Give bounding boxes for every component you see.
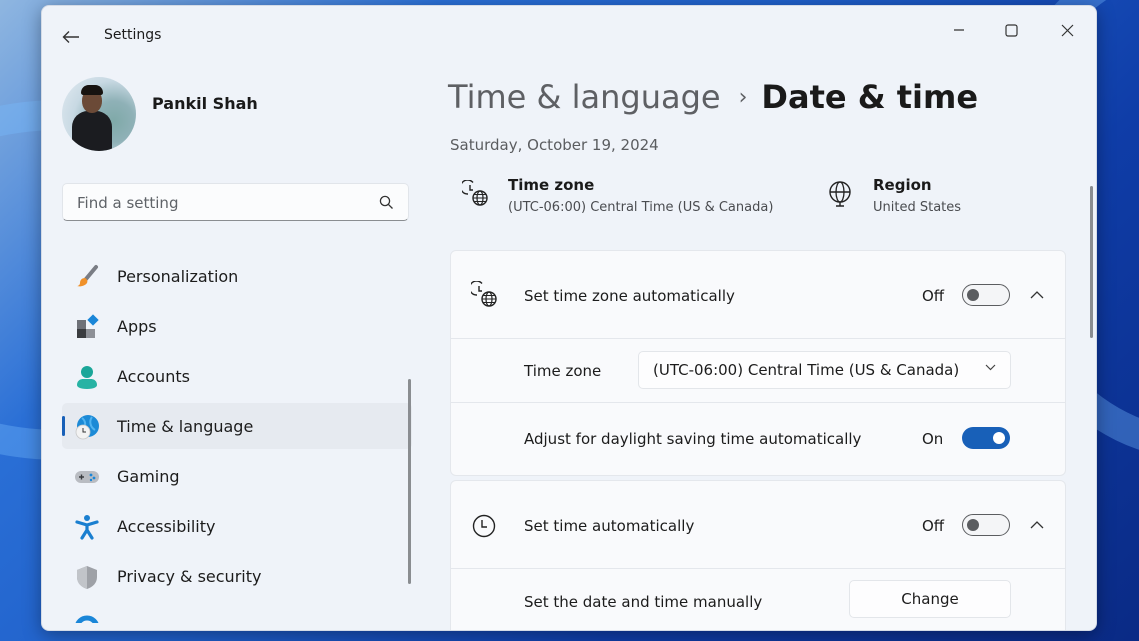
avatar-figure <box>72 111 112 151</box>
sidebar-item-personalization[interactable]: Personalization <box>62 253 412 299</box>
set-timezone-auto-toggle[interactable] <box>962 284 1010 306</box>
toggle-knob <box>993 432 1005 444</box>
region-summary-title: Region <box>873 176 932 194</box>
maximize-button[interactable] <box>988 14 1034 46</box>
sidebar-item-label: Accessibility <box>117 516 216 536</box>
set-time-auto-row: Set time automatically Off <box>451 481 1065 568</box>
sidebar-item-time-language[interactable]: Time & language <box>62 403 412 449</box>
shield-icon <box>77 566 97 589</box>
back-arrow-icon <box>62 31 79 43</box>
avatar[interactable] <box>62 77 136 151</box>
dst-label: Adjust for daylight saving time automati… <box>524 430 862 448</box>
title-bar: Settings <box>42 6 1096 66</box>
gamepad-icon <box>75 471 99 483</box>
accessibility-icon <box>75 515 99 540</box>
sidebar-item-label: Time & language <box>117 416 254 436</box>
manual-time-row: Set the date and time manually Change <box>451 568 1065 630</box>
sidebar-item-apps[interactable]: Apps <box>62 303 412 349</box>
chevron-up-icon <box>1030 291 1044 299</box>
person-icon <box>77 366 97 389</box>
chevron-down-icon <box>985 364 996 371</box>
current-date: Saturday, October 19, 2024 <box>450 136 659 154</box>
search-box[interactable] <box>62 183 409 222</box>
sidebar-item-gaming[interactable]: Gaming <box>62 453 412 499</box>
sidebar-nav: Personalization Apps Accounts Time & lan… <box>62 253 412 627</box>
timezone-icon <box>471 281 497 307</box>
sidebar-item-label: Gaming <box>117 466 180 486</box>
set-timezone-auto-state: Off <box>922 287 945 305</box>
timezone-dropdown[interactable]: (UTC-06:00) Central Time (US & Canada) <box>638 351 1011 389</box>
back-button[interactable] <box>56 23 86 51</box>
active-indicator <box>62 416 65 436</box>
user-name: Pankil Shah <box>152 94 258 113</box>
close-icon <box>1061 24 1073 36</box>
sidebar-item-accounts[interactable]: Accounts <box>62 353 412 399</box>
sidebar-item-label: Accounts <box>117 366 190 386</box>
sidebar-item-label: Apps <box>117 316 157 336</box>
breadcrumb-parent-link[interactable]: Time & language <box>448 78 721 116</box>
collapse-timezone-button[interactable] <box>1022 280 1052 310</box>
globe-clock-icon <box>75 415 99 440</box>
breadcrumb: Time & language › Date & time <box>448 78 978 116</box>
timezone-select-row: Time zone (UTC-06:00) Central Time (US &… <box>451 338 1065 403</box>
app-title: Settings <box>104 27 162 43</box>
dst-row: Adjust for daylight saving time automati… <box>451 402 1065 476</box>
timezone-settings-card: Set time zone automatically Off Time zon… <box>450 250 1066 476</box>
maximize-icon <box>1004 23 1018 37</box>
apps-icon <box>77 314 99 338</box>
set-time-auto-label: Set time automatically <box>524 517 695 535</box>
toggle-knob <box>967 289 979 301</box>
dst-toggle[interactable] <box>962 427 1010 449</box>
avatar-figure <box>81 85 103 95</box>
breadcrumb-chevron-icon: › <box>738 85 748 110</box>
time-settings-card: Set time automatically Off Set the date … <box>450 480 1066 630</box>
change-date-time-button[interactable]: Change <box>849 580 1011 618</box>
sidebar-item-windows-update[interactable] <box>62 603 412 623</box>
minimize-button[interactable] <box>936 14 982 46</box>
sidebar-item-label: Personalization <box>117 266 239 286</box>
minimize-icon <box>954 29 964 31</box>
close-button[interactable] <box>1044 14 1090 46</box>
dst-state: On <box>922 430 944 448</box>
search-input[interactable] <box>75 184 369 222</box>
search-icon[interactable] <box>379 195 394 210</box>
sidebar-scrollbar[interactable] <box>408 379 411 584</box>
settings-window: Settings Pankil Shah Personali <box>41 5 1097 631</box>
paintbrush-icon <box>77 265 98 287</box>
globe-icon <box>829 181 851 207</box>
toggle-knob <box>967 519 979 531</box>
timezone-summary-title: Time zone <box>508 176 595 194</box>
sidebar-item-accessibility[interactable]: Accessibility <box>62 503 412 549</box>
chevron-up-icon <box>1030 521 1044 529</box>
windows-update-icon <box>75 615 99 623</box>
set-time-auto-toggle[interactable] <box>962 514 1010 536</box>
timezone-select-label: Time zone <box>524 362 602 380</box>
content-scrollbar[interactable] <box>1090 186 1093 338</box>
sidebar-item-label: Privacy & security <box>117 566 262 586</box>
timezone-icon <box>462 180 488 206</box>
sidebar-item-privacy-security[interactable]: Privacy & security <box>62 553 412 599</box>
set-timezone-auto-row: Set time zone automatically Off <box>451 251 1065 338</box>
region-summary-value: United States <box>873 200 962 215</box>
set-timezone-auto-label: Set time zone automatically <box>524 287 735 305</box>
manual-time-label: Set the date and time manually <box>524 593 763 611</box>
timezone-summary-value: (UTC-06:00) Central Time (US & Canada) <box>508 200 774 215</box>
timezone-dropdown-value: (UTC-06:00) Central Time (US & Canada) <box>653 361 960 379</box>
set-time-auto-state: Off <box>922 517 945 535</box>
collapse-time-button[interactable] <box>1022 510 1052 540</box>
clock-icon <box>472 514 496 538</box>
page-title: Date & time <box>761 78 979 116</box>
